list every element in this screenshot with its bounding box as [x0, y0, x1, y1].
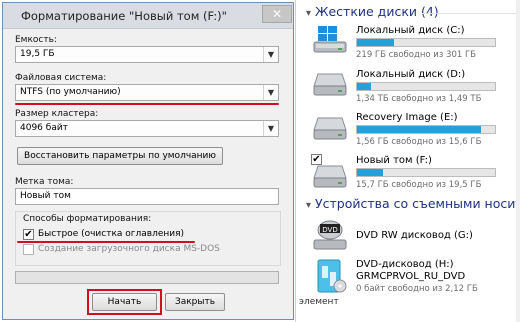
quick-format-highlight-underline — [17, 241, 195, 243]
hard-drive-icon — [312, 68, 348, 98]
svg-text:DVD: DVD — [322, 226, 337, 234]
volume-label-label: Метка тома: — [15, 177, 74, 187]
drive-d-free: 1,34 ТБ свободно из 1,49 ТБ — [356, 94, 482, 104]
chevron-down-icon: ▼ — [263, 47, 278, 62]
screenshot-root: Форматирование "Новый том (F:)" ✕ Емкост… — [0, 0, 520, 322]
restore-defaults-button[interactable]: Восстановить параметры по умолчанию — [17, 147, 223, 165]
chevron-down-icon: ▾ — [306, 200, 312, 211]
quick-format-checkbox[interactable]: ✔ — [23, 229, 34, 240]
drive-d-usage-fill — [357, 83, 371, 90]
drive-f-free: 15,7 ГБ свободно из 19,5 ГБ — [356, 180, 482, 190]
capacity-select[interactable]: 19,5 ГБ ▼ — [15, 46, 279, 63]
dvd-media-icon — [312, 258, 348, 294]
dialog-title: Форматирование "Новый том (F:)" — [21, 9, 227, 23]
msdos-boot-label: Создание загрузочного диска MS-DOS — [38, 244, 220, 254]
capacity-value: 19,5 ГБ — [20, 49, 55, 59]
volume-label-input[interactable]: Новый том — [15, 188, 279, 205]
cluster-size-label: Размер кластера: — [15, 109, 99, 119]
cluster-size-value: 4096 байт — [20, 123, 68, 133]
explorer-pane: ▾ Жесткие диски (4) Локальный диск (C:) 2… — [296, 0, 520, 322]
drive-c-free: 219 ГБ свободно из 301 ГБ — [356, 50, 476, 60]
dvd-rw-name[interactable]: DVD RW дисковод (G:) — [356, 230, 473, 241]
format-dialog: Форматирование "Новый том (F:)" ✕ Емкост… — [2, 2, 294, 320]
drive-e-name[interactable]: Recovery Image (E:) — [356, 112, 458, 123]
drive-f-usage-fill — [357, 169, 384, 176]
close-icon[interactable]: ✕ — [262, 5, 292, 23]
filesystem-value: NTFS (по умолчанию) — [20, 87, 121, 97]
drive-c-name[interactable]: Локальный диск (C:) — [356, 25, 465, 36]
filesystem-highlight-underline — [15, 103, 279, 105]
hard-drive-icon — [312, 160, 348, 190]
dvd-h-free: 0 байт свободно из 2,12 ГБ — [356, 284, 478, 294]
hard-drives-header-text: Жесткие диски (4) — [315, 4, 439, 19]
filesystem-label: Файловая система: — [15, 73, 107, 83]
close-button[interactable]: Закрыть — [165, 293, 225, 311]
drive-e-usage-bar — [356, 125, 496, 134]
hard-drive-icon — [312, 112, 348, 142]
hard-drives-header[interactable]: ▾ Жесткие диски (4) — [306, 4, 439, 19]
removable-header-text: Устройства со съемными носителями — [315, 196, 520, 211]
chevron-down-icon: ▼ — [263, 121, 278, 136]
capacity-label: Емкость: — [15, 35, 57, 45]
drive-d-usage-bar — [356, 82, 496, 91]
section-rule — [422, 13, 518, 14]
dvd-h-volume: GRMCPRVOL_RU_DVD — [356, 271, 466, 282]
windows-drive-icon — [312, 24, 348, 54]
drive-e-free: 1,56 ГБ свободно из 15,6 ГБ — [356, 137, 482, 147]
chevron-down-icon: ▼ — [263, 85, 278, 100]
dvd-drive-icon: DVD — [312, 218, 348, 252]
drive-f-name[interactable]: Новый том (F:) — [356, 155, 432, 166]
drive-c-usage-fill — [357, 39, 395, 46]
title-bar: Форматирование "Новый том (F:)" ✕ — [3, 3, 293, 29]
start-button[interactable]: Начать — [92, 293, 157, 311]
format-progress-bar — [15, 271, 279, 284]
chevron-down-icon: ▾ — [306, 8, 312, 19]
scrollbar[interactable] — [516, 0, 520, 322]
status-footer: элемент — [299, 297, 339, 307]
drive-c-usage-bar — [356, 38, 496, 47]
dvd-h-name[interactable]: DVD-дисковод (H:) — [356, 259, 454, 270]
drive-f-usage-bar — [356, 168, 496, 177]
filesystem-select[interactable]: NTFS (по умолчанию) ▼ — [15, 84, 279, 101]
quick-format-label: Быстрое (очистка оглавления) — [38, 229, 185, 239]
removable-header[interactable]: ▾Устройства со съемными носителями — [306, 196, 520, 211]
format-options-label: Способы форматирования: — [23, 214, 152, 224]
drive-d-name[interactable]: Локальный диск (D:) — [356, 69, 465, 80]
drive-e-usage-fill — [357, 126, 482, 133]
cluster-size-select[interactable]: 4096 байт ▼ — [15, 120, 279, 137]
msdos-boot-checkbox[interactable] — [23, 244, 34, 255]
